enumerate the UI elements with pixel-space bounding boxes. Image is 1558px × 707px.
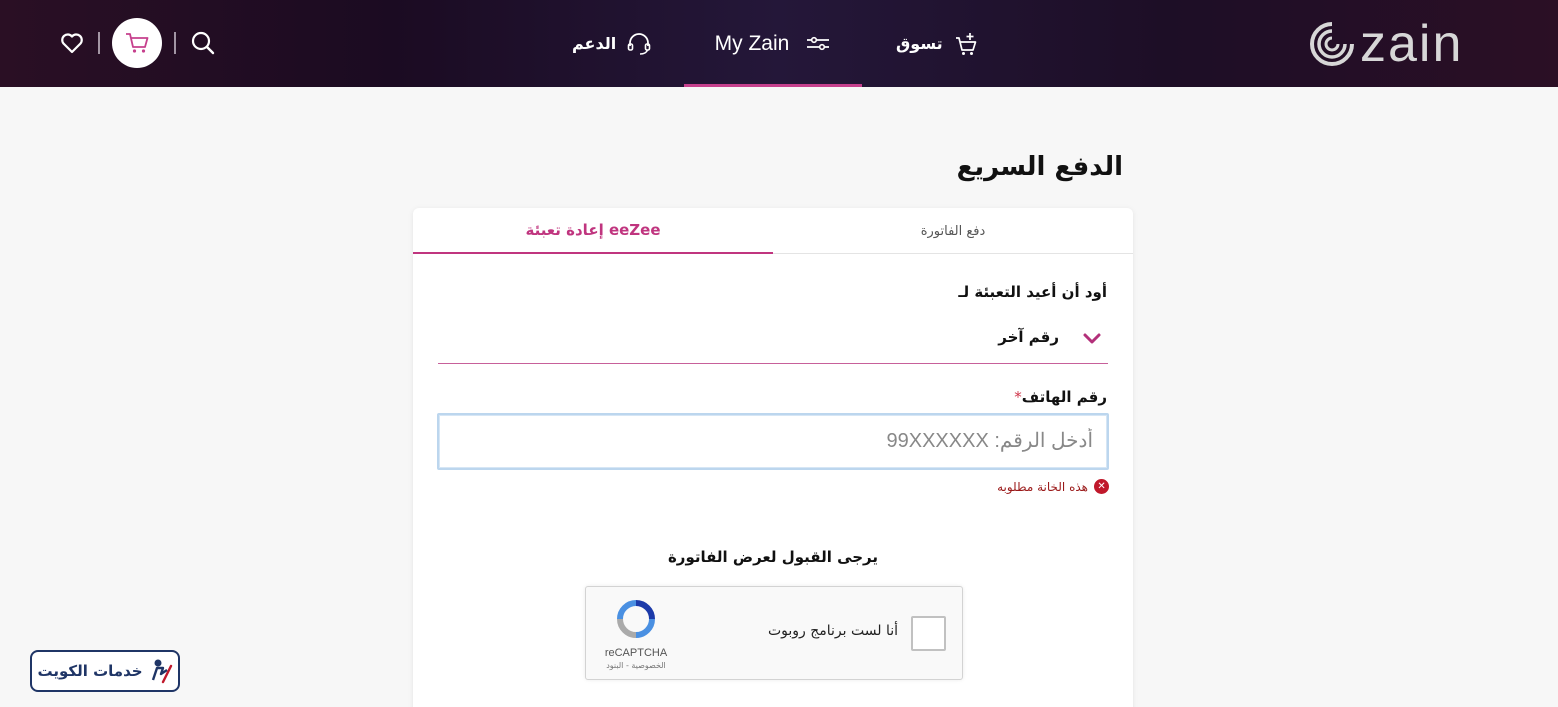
watermark-badge: خدمات الكويت: [30, 650, 180, 692]
tab-bill-payment[interactable]: دفع الفاتورة: [773, 208, 1133, 254]
recaptcha-icon: [617, 600, 655, 638]
phone-error: ✕ هذه الخانة مطلوبه: [997, 479, 1109, 494]
nav-myzain-label: My Zain: [714, 31, 790, 55]
zain-logo[interactable]: zain: [1308, 18, 1463, 70]
page-title: الدفع السريع: [956, 152, 1123, 182]
cart-plus-icon: [955, 32, 976, 55]
menu-lines-icon: [807, 36, 830, 50]
recaptcha-checkbox[interactable]: [911, 616, 946, 651]
tab-bar: إعادة تعبئة eeZee دفع الفاتورة: [413, 208, 1133, 254]
phone-input[interactable]: [437, 413, 1109, 470]
recaptcha-logo: reCAPTCHA الخصوصية - البنود: [598, 599, 674, 670]
chevron-down-icon: [1083, 333, 1101, 344]
phone-label-text: رقم الهاتف: [1021, 388, 1107, 406]
nav-shop[interactable]: تسوق: [896, 0, 979, 87]
error-icon: ✕: [1094, 479, 1109, 494]
logo-text: zain: [1360, 15, 1464, 73]
accept-text: يرجى القبول لعرض الفاتورة: [667, 548, 879, 566]
pen-figure-icon: [151, 659, 172, 684]
nav-shop-label: تسوق: [896, 34, 943, 53]
recaptcha-label: أنا لست برنامج روبوت: [767, 623, 898, 639]
recaptcha-widget: أنا لست برنامج روبوت reCAPTCHA الخصوصية …: [585, 586, 963, 680]
recharge-for-value: رقم آخر: [998, 328, 1059, 346]
recharge-for-label: أود أن أعيد التعبئة لـ: [958, 283, 1107, 301]
recharge-for-select[interactable]: رقم آخر: [438, 318, 1108, 364]
nav-myzain[interactable]: My Zain: [684, 0, 862, 87]
error-text: هذه الخانة مطلوبه: [997, 479, 1088, 494]
quick-pay-card: إعادة تعبئة eeZee دفع الفاتورة أود أن أع…: [413, 208, 1133, 707]
top-header: الدعم My Zain تسوق zain: [0, 0, 1558, 87]
phone-label: رقم الهاتف*: [1010, 388, 1107, 406]
tab-eezee-recharge[interactable]: إعادة تعبئة eeZee: [413, 208, 773, 254]
watermark-text: خدمات الكويت: [37, 662, 143, 680]
recaptcha-links[interactable]: الخصوصية - البنود: [598, 661, 674, 670]
recaptcha-brand: reCAPTCHA: [604, 647, 668, 659]
nav-support-label: الدعم: [572, 34, 617, 53]
zain-swirl-icon: [1310, 22, 1354, 66]
nav-support[interactable]: الدعم: [572, 0, 652, 87]
headset-icon: [627, 32, 651, 55]
required-mark: *: [1014, 388, 1022, 406]
